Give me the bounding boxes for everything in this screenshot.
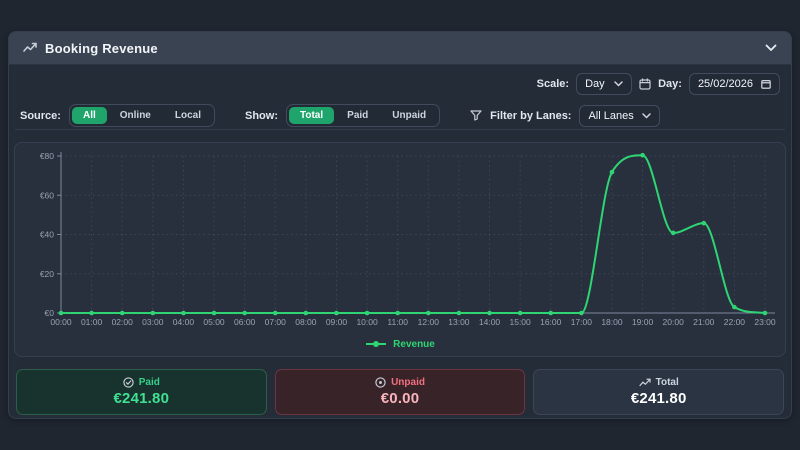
trend-up-icon	[638, 378, 651, 388]
date-picker-calendar-icon[interactable]	[761, 79, 771, 89]
show-label: Show:	[245, 109, 278, 122]
total-card-value: €241.80	[630, 390, 687, 407]
svg-text:16:00: 16:00	[540, 317, 562, 327]
unpaid-card-label: Unpaid	[391, 377, 425, 388]
day-date-value: 25/02/2026	[697, 77, 753, 90]
divider	[15, 129, 785, 130]
dot-circle-icon	[375, 377, 386, 388]
svg-text:17:00: 17:00	[571, 317, 593, 327]
svg-text:23:00: 23:00	[754, 317, 776, 327]
summary-cards-row: Paid €241.80 Unpaid €0.00 Total €241.80	[14, 369, 786, 415]
svg-text:10:00: 10:00	[356, 317, 378, 327]
unpaid-card-value: €0.00	[380, 390, 420, 407]
panel-header[interactable]: Booking Revenue	[9, 32, 791, 65]
svg-text:€20: €20	[40, 269, 54, 279]
scale-label: Scale:	[536, 77, 570, 90]
svg-text:00:00: 00:00	[50, 317, 72, 327]
paid-summary-card: Paid €241.80	[16, 369, 267, 415]
svg-text:€40: €40	[40, 230, 54, 240]
revenue-chart-panel: €0 €20 €40 €60 €80 00:00 01:00 02:00 03:00 04:00 0…	[14, 142, 786, 357]
filter-row: Source: All Online Local Show: Total Paid Un…	[14, 102, 786, 129]
legend-revenue-label: Revenue	[393, 338, 435, 350]
show-total-button[interactable]: Total	[289, 107, 335, 124]
svg-text:03:00: 03:00	[142, 317, 164, 327]
source-online-button[interactable]: Online	[109, 107, 162, 124]
svg-text:05:00: 05:00	[203, 317, 225, 327]
svg-text:02:00: 02:00	[112, 317, 134, 327]
source-local-button[interactable]: Local	[164, 107, 212, 124]
svg-text:20:00: 20:00	[663, 317, 685, 327]
scale-controls-row: Scale: Day Day: 25/02/2026	[14, 65, 786, 102]
funnel-icon	[470, 110, 482, 121]
svg-text:06:00: 06:00	[234, 317, 256, 327]
svg-text:18:00: 18:00	[601, 317, 623, 327]
collapse-chevron-icon[interactable]	[765, 44, 777, 52]
svg-text:21:00: 21:00	[693, 317, 715, 327]
booking-revenue-panel: Booking Revenue Scale: Day Day: 25/02/20…	[8, 31, 792, 419]
svg-text:11:00: 11:00	[387, 317, 408, 327]
lanes-select[interactable]: All Lanes	[579, 104, 660, 127]
svg-text:19:00: 19:00	[632, 317, 654, 327]
svg-text:08:00: 08:00	[295, 317, 317, 327]
check-circle-icon	[123, 377, 134, 388]
lanes-select-value: All Lanes	[588, 109, 634, 122]
svg-text:15:00: 15:00	[509, 317, 531, 327]
paid-card-label: Paid	[138, 377, 160, 388]
show-button-group: Total Paid Unpaid	[286, 104, 441, 127]
chevron-down-icon	[641, 112, 651, 119]
svg-text:07:00: 07:00	[265, 317, 287, 327]
svg-text:22:00: 22:00	[724, 317, 746, 327]
total-summary-card: Total €241.80	[533, 369, 785, 415]
page-background: Booking Revenue Scale: Day Day: 25/02/20…	[0, 0, 800, 450]
total-card-label: Total	[655, 377, 679, 388]
day-label: Day:	[658, 77, 682, 90]
source-label: Source:	[20, 109, 61, 122]
source-button-group: All Online Local	[68, 104, 215, 127]
svg-text:04:00: 04:00	[173, 317, 195, 327]
svg-text:01:00: 01:00	[81, 317, 103, 327]
svg-text:09:00: 09:00	[326, 317, 348, 327]
chart-legend[interactable]: Revenue	[15, 332, 785, 356]
svg-text:14:00: 14:00	[479, 317, 501, 327]
legend-marker-icon	[366, 341, 387, 347]
lanes-label: Filter by Lanes:	[490, 109, 572, 122]
chevron-down-icon	[614, 80, 623, 87]
calendar-icon	[639, 77, 651, 90]
trend-up-icon	[23, 42, 37, 54]
show-paid-button[interactable]: Paid	[336, 107, 379, 124]
show-unpaid-button[interactable]: Unpaid	[381, 107, 437, 124]
source-all-button[interactable]: All	[71, 107, 107, 124]
panel-body: Scale: Day Day: 25/02/2026 Source: All O…	[9, 65, 791, 418]
unpaid-summary-card: Unpaid €0.00	[274, 369, 526, 415]
svg-text:€80: €80	[40, 151, 54, 161]
paid-card-value: €241.80	[113, 390, 170, 407]
svg-text:€60: €60	[40, 190, 54, 200]
revenue-line-chart[interactable]: €0€20€40€60€8000:00 01:00 02:00 03:00 04:00 0…	[15, 143, 786, 332]
svg-text:12:00: 12:00	[418, 317, 440, 327]
svg-text:13:00: 13:00	[448, 317, 470, 327]
panel-title: Booking Revenue	[45, 40, 158, 56]
scale-select[interactable]: Day	[576, 72, 633, 95]
day-date-input[interactable]: 25/02/2026	[688, 72, 780, 95]
scale-select-value: Day	[585, 77, 605, 90]
